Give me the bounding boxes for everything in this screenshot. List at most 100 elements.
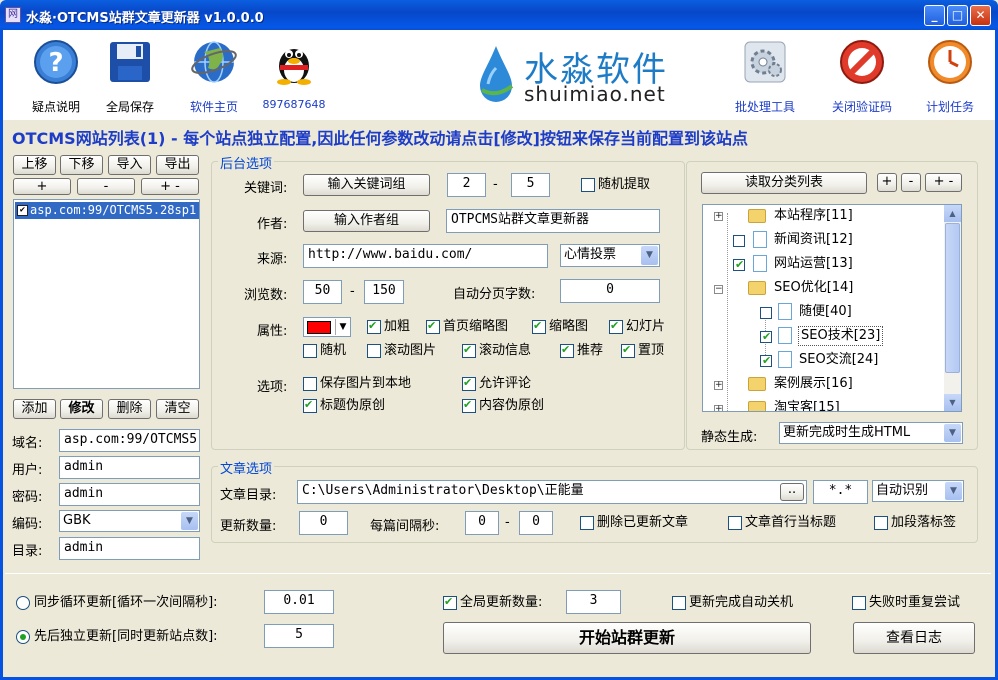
qq-button[interactable]: 897687648 [259,30,329,118]
scroll-up-icon[interactable]: ▲ [944,205,961,222]
chevron-down-icon[interactable]: ▼ [641,246,658,265]
browse-button[interactable]: .. [780,483,804,501]
tree-item-seo-exchange[interactable]: SEO交流[24] [799,351,878,369]
global-count-input[interactable]: 3 [566,590,621,614]
tree-item-seo[interactable]: SEO优化[14] [774,279,853,297]
thumbnail-checkbox[interactable]: 缩略图 [532,319,588,334]
tree-item-site-programs[interactable]: 本站程序[11] [774,207,853,225]
category-plus-minus-button[interactable]: + - [925,173,962,192]
category-minus-button[interactable]: - [901,173,921,192]
expand-icon[interactable]: + [714,381,723,390]
close-button[interactable]: ✕ [970,5,991,26]
scroll-down-icon[interactable]: ▼ [944,394,961,411]
tree-item-site-operations[interactable]: 网站运营[13] [774,255,853,273]
source-input[interactable]: http://www.baidu.com/ [303,244,548,268]
tree-checkbox[interactable] [760,354,772,367]
author-input[interactable]: OTPCMS站群文章更新器 [446,209,660,233]
input-authors-button[interactable]: 输入作者组 [303,210,430,232]
minimize-button[interactable]: _ [924,5,945,26]
color-picker[interactable]: ▼ [303,317,351,337]
tree-checkbox[interactable] [760,307,772,319]
scroll-image-checkbox[interactable]: 滚动图片 [367,344,436,358]
sequential-update-radio[interactable]: 先后独立更新[同时更新站点数]: [16,630,218,644]
random-extract-checkbox[interactable]: 随机提取 [581,178,650,192]
slideshow-checkbox[interactable]: 幻灯片 [609,319,665,334]
keyword-min-input[interactable]: 2 [447,173,486,197]
pin-top-checkbox[interactable]: 置顶 [621,343,664,358]
mood-vote-select[interactable]: 心情投票 ▼ [560,244,660,267]
chevron-down-icon[interactable]: ▼ [181,512,198,530]
import-button[interactable]: 导入 [108,155,151,175]
article-dir-input[interactable]: C:\Users\Administrator\Desktop\正能量 [297,480,807,504]
clear-button[interactable]: 清空 [156,399,199,419]
encoding-select[interactable]: GBK ▼ [59,510,200,532]
category-tree[interactable]: + 本站程序[11] 新闻资讯[12] 网站运营[13] − SEO优化[14]… [702,204,962,412]
tree-checkbox[interactable] [733,235,745,247]
tree-checkbox[interactable] [760,330,772,343]
static-generate-select[interactable]: 更新完成时生成HTML ▼ [779,422,963,444]
tree-item-taobaoke[interactable]: 淘宝客[15] [774,399,840,411]
list-plus-minus-button[interactable]: + - [141,178,199,195]
move-down-button[interactable]: 下移 [60,155,103,175]
start-update-button[interactable]: 开始站群更新 [443,622,811,654]
scroll-thumb[interactable] [945,223,960,373]
home-page-button[interactable]: 软件主页 [179,30,249,118]
directory-input[interactable]: admin [59,537,200,560]
global-save-button[interactable]: 全局保存 [95,30,165,118]
maximize-button[interactable]: □ [947,5,968,26]
list-plus-button[interactable]: + [13,178,71,195]
delete-updated-checkbox[interactable]: 删除已更新文章 [580,516,688,530]
add-paragraph-tag-checkbox[interactable]: 加段落标签 [874,516,956,530]
sync-interval-input[interactable]: 0.01 [264,590,334,614]
add-button[interactable]: 添加 [13,399,56,419]
views-max-input[interactable]: 150 [364,280,404,304]
fake-title-checkbox[interactable]: 标题伪原创 [303,398,385,413]
file-encoding-select[interactable]: 自动识别 ▼ [872,480,964,502]
tree-scrollbar[interactable]: ▲ ▼ [944,205,961,411]
view-log-button[interactable]: 查看日志 [853,622,975,654]
site-checkbox[interactable]: ✔ [17,205,28,216]
interval-min-input[interactable]: 0 [465,511,499,535]
list-minus-button[interactable]: - [77,178,135,195]
batch-tool-button[interactable]: 批处理工具 [730,30,800,118]
user-input[interactable]: admin [59,456,200,479]
sync-loop-radio[interactable]: 同步循环更新[循环一次间隔秒]: [16,596,218,610]
site-list[interactable]: ✔ asp.com:99/OTCMS5.28sp1 [13,199,200,389]
edit-button[interactable]: 修改 [60,399,103,419]
allow-comment-checkbox[interactable]: 允许评论 [462,376,531,391]
site-list-item[interactable]: ✔ asp.com:99/OTCMS5.28sp1 [15,202,199,219]
tree-item-seo-tech[interactable]: SEO技术[23] [797,326,884,346]
tree-checkbox[interactable] [733,258,745,271]
expand-icon[interactable]: + [714,405,723,411]
chevron-down-icon[interactable]: ▼ [944,424,961,442]
random-attr-checkbox[interactable]: 随机 [303,344,346,358]
auto-shutdown-checkbox[interactable]: 更新完成自动关机 [672,596,793,610]
interval-max-input[interactable]: 0 [519,511,553,535]
keyword-max-input[interactable]: 5 [511,173,550,197]
delete-button[interactable]: 删除 [108,399,151,419]
schedule-task-button[interactable]: 计划任务 [915,30,985,118]
expand-icon[interactable]: + [714,212,723,221]
bold-checkbox[interactable]: 加粗 [367,319,410,334]
global-count-checkbox[interactable]: 全局更新数量: [443,595,542,610]
help-button[interactable]: ? 疑点说明 [21,30,91,118]
tree-item-cases[interactable]: 案例展示[16] [774,375,853,393]
file-extension-input[interactable]: *.* [813,480,868,504]
domain-input[interactable]: asp.com:99/OTCMS5 [59,429,200,452]
home-thumbnail-checkbox[interactable]: 首页缩略图 [426,319,508,334]
concurrent-sites-input[interactable]: 5 [264,624,334,648]
export-button[interactable]: 导出 [156,155,199,175]
first-line-title-checkbox[interactable]: 文章首行当标题 [728,516,836,530]
read-category-list-button[interactable]: 读取分类列表 [701,172,867,194]
input-keywords-button[interactable]: 输入关键词组 [303,174,430,196]
fake-content-checkbox[interactable]: 内容伪原创 [462,398,544,413]
scroll-info-checkbox[interactable]: 滚动信息 [462,343,531,358]
recommend-checkbox[interactable]: 推荐 [560,343,603,358]
chevron-down-icon[interactable]: ▼ [945,482,962,500]
password-input[interactable]: admin [59,483,200,506]
auto-paging-input[interactable]: 0 [560,279,660,303]
update-count-input[interactable]: 0 [299,511,348,535]
tree-item-news[interactable]: 新闻资讯[12] [774,231,853,249]
tree-item-random[interactable]: 随便[40] [799,303,852,321]
retry-on-failure-checkbox[interactable]: 失败时重复尝试 [852,596,960,610]
